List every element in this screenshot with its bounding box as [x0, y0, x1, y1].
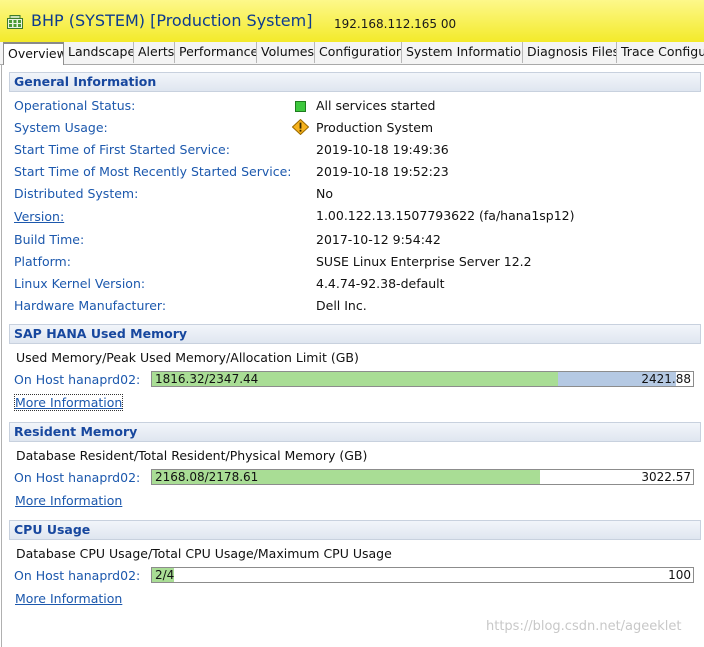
general-information-header[interactable]: General Information	[9, 72, 701, 92]
first-service-start-value: 2019-10-18 19:49:36	[316, 142, 449, 157]
tab-landscape[interactable]: Landscape	[64, 42, 134, 63]
allocation-limit-value: 2421.88	[641, 372, 691, 386]
hardware-manufacturer-label: Hardware Manufacturer:	[14, 298, 167, 313]
tab-bar: Overview Landscape Alerts Performance Vo…	[0, 42, 704, 65]
resident-memory-bar: 2168.08/2178.61 3022.57	[151, 469, 694, 485]
editor-title-bar: BHP (SYSTEM) [Production System] 192.168…	[0, 0, 704, 43]
tab-configuration[interactable]: Configuration	[315, 42, 402, 63]
used-memory-header[interactable]: SAP HANA Used Memory	[9, 324, 701, 344]
used-memory-bar: 1816.32/2347.44 2421.88	[151, 371, 694, 387]
version-value: 1.00.122.13.1507793622 (fa/hana1sp12)	[316, 208, 575, 223]
recent-service-start-value: 2019-10-18 19:52:23	[316, 164, 449, 179]
operational-status-label: Operational Status:	[14, 98, 136, 113]
hardware-manufacturer-value: Dell Inc.	[316, 298, 367, 313]
tab-performance[interactable]: Performance	[175, 42, 257, 63]
distributed-system-label: Distributed System:	[14, 186, 139, 201]
resident-memory-caption: Database Resident/Total Resident/Physica…	[16, 448, 368, 463]
resident-memory-host-label: On Host hanaprd02:	[14, 470, 141, 485]
warning-diamond-icon	[292, 119, 309, 135]
system-usage-value: Production System	[316, 120, 434, 135]
resident-memory-value: 2168.08/2178.61	[155, 470, 259, 484]
cpu-usage-host-label: On Host hanaprd02:	[14, 568, 141, 583]
platform-value: SUSE Linux Enterprise Server 12.2	[316, 254, 532, 269]
kernel-version-value: 4.4.74-92.38-default	[316, 276, 445, 291]
cpu-usage-bar: 2/4 100	[151, 567, 694, 583]
distributed-system-value: No	[316, 186, 333, 201]
cpu-usage-value: 2/4	[155, 568, 175, 582]
physical-memory-value: 3022.57	[641, 470, 691, 484]
used-memory-caption: Used Memory/Peak Used Memory/Allocation …	[16, 350, 359, 365]
used-memory-more-info-link[interactable]: More Information	[13, 394, 124, 411]
resident-memory-header[interactable]: Resident Memory	[9, 422, 701, 442]
tab-trace-configuration[interactable]: Trace Configu	[617, 42, 704, 63]
max-cpu-value: 100	[668, 568, 691, 582]
resident-memory-more-info-link[interactable]: More Information	[15, 493, 122, 508]
build-time-value: 2017-10-12 9:54:42	[316, 232, 441, 247]
system-usage-label: System Usage:	[14, 120, 108, 135]
watermark-text: https://blog.csdn.net/ageeklet	[486, 619, 682, 634]
operational-status-value: All services started	[316, 98, 436, 113]
cpu-usage-header[interactable]: CPU Usage	[9, 520, 701, 540]
tab-diagnosis-files[interactable]: Diagnosis Files	[523, 42, 617, 63]
recent-service-start-label: Start Time of Most Recently Started Serv…	[14, 164, 292, 179]
version-link[interactable]: Version:	[14, 209, 64, 224]
green-square-icon	[295, 101, 306, 112]
system-db-icon	[7, 15, 23, 29]
build-time-label: Build Time:	[14, 232, 85, 247]
tab-overview[interactable]: Overview	[3, 42, 64, 65]
system-address: 192.168.112.165 00	[334, 17, 457, 31]
platform-label: Platform:	[14, 254, 71, 269]
kernel-version-label: Linux Kernel Version:	[14, 276, 146, 291]
used-memory-value: 1816.32/2347.44	[155, 372, 259, 386]
used-memory-host-label: On Host hanaprd02:	[14, 372, 141, 387]
cpu-usage-more-info-link[interactable]: More Information	[15, 591, 122, 606]
cpu-usage-caption: Database CPU Usage/Total CPU Usage/Maxim…	[16, 546, 392, 561]
tab-volumes[interactable]: Volumes	[257, 42, 315, 63]
tab-system-information[interactable]: System Information	[402, 42, 523, 63]
tab-alerts[interactable]: Alerts	[134, 42, 175, 63]
system-title: BHP (SYSTEM) [Production System]	[31, 11, 313, 30]
first-service-start-label: Start Time of First Started Service:	[14, 142, 230, 157]
